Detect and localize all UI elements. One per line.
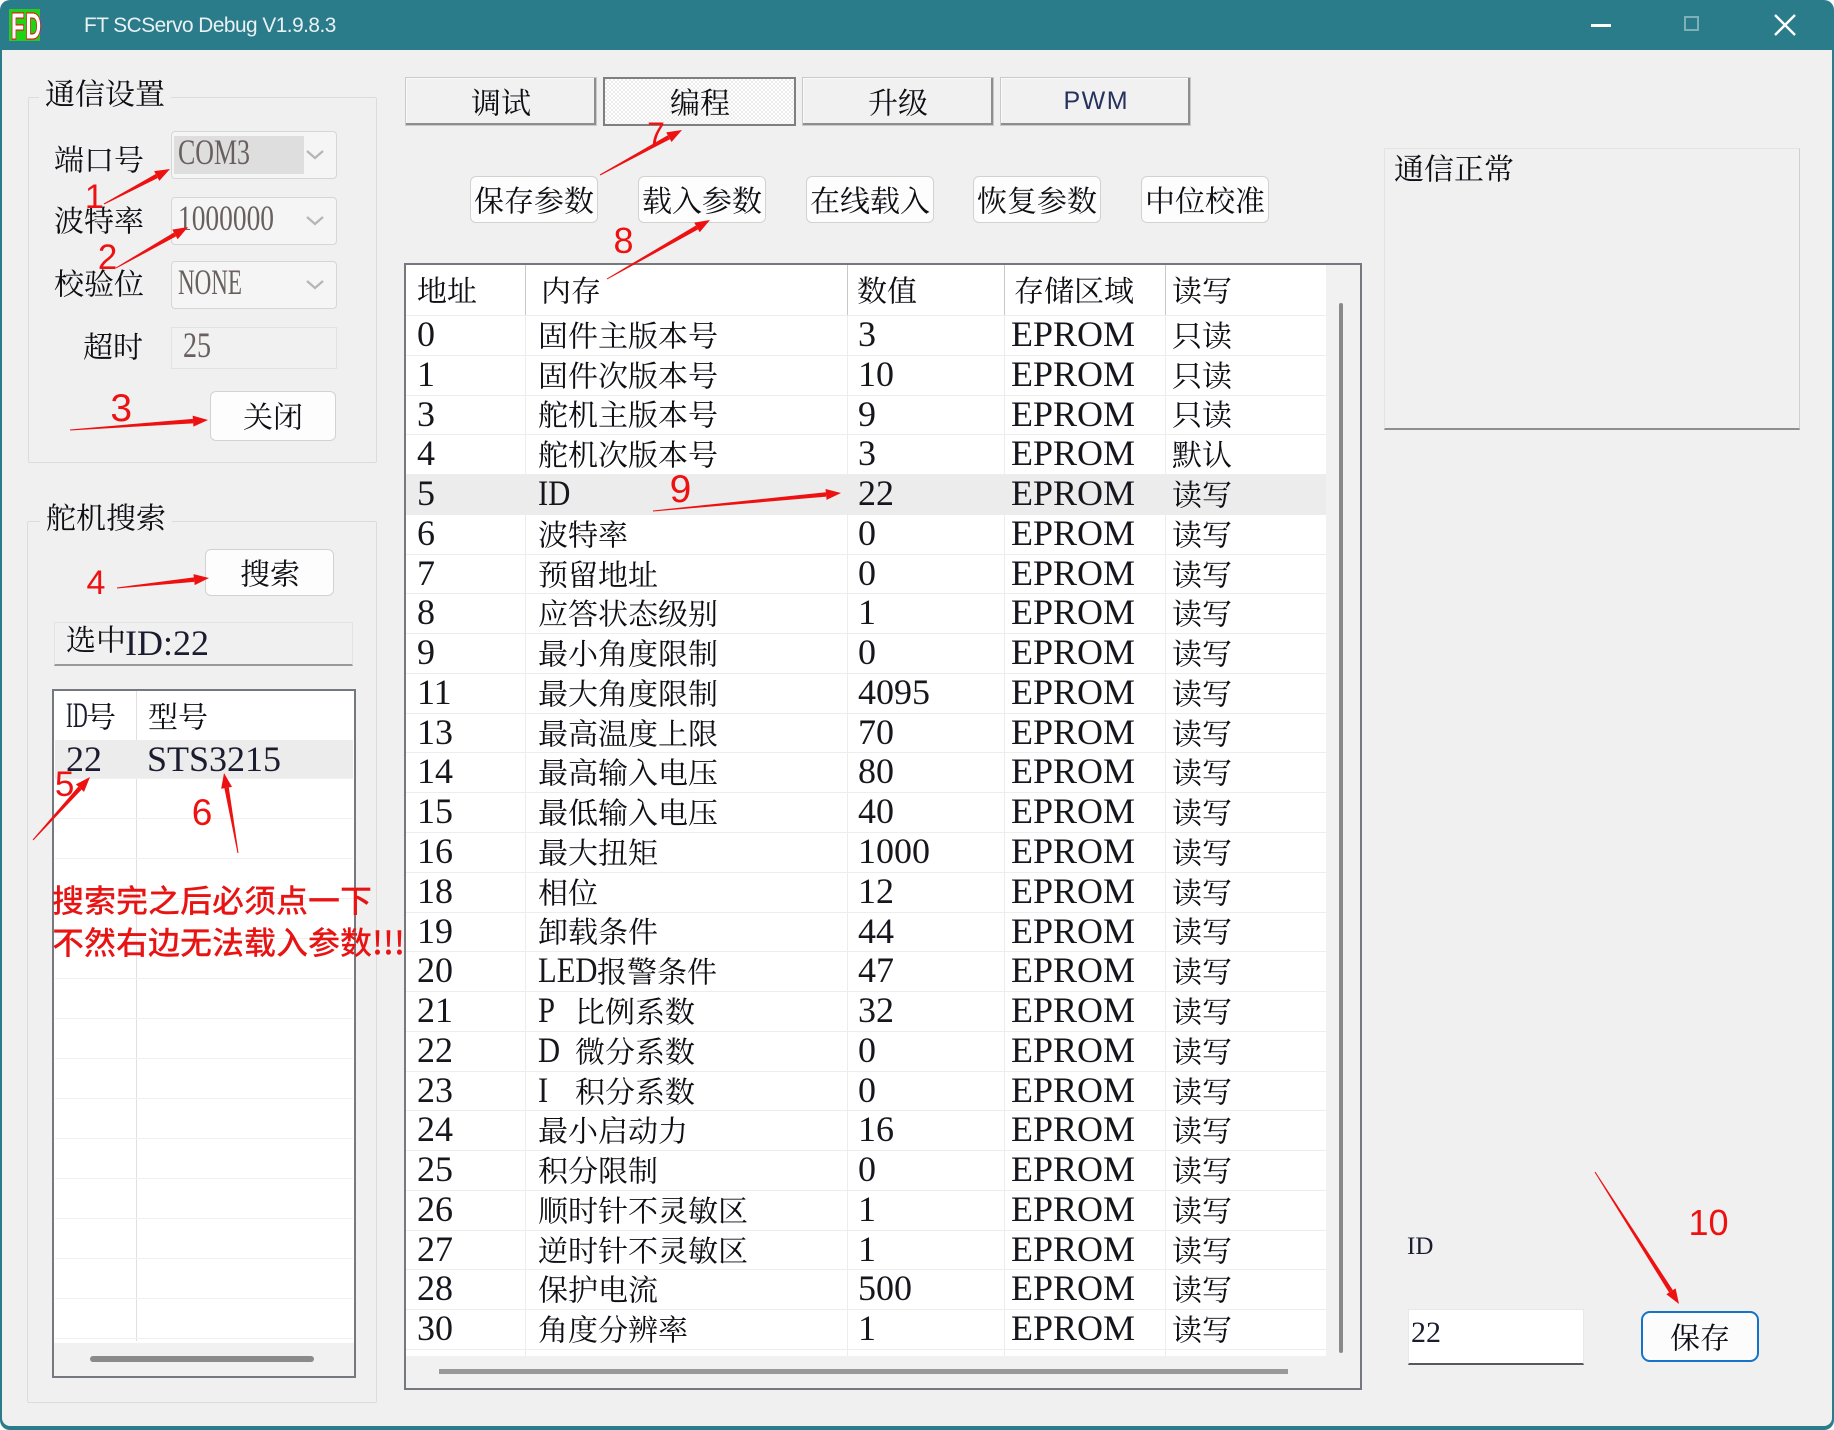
svg-text:F: F: [11, 8, 24, 42]
svg-text:D: D: [26, 8, 42, 42]
